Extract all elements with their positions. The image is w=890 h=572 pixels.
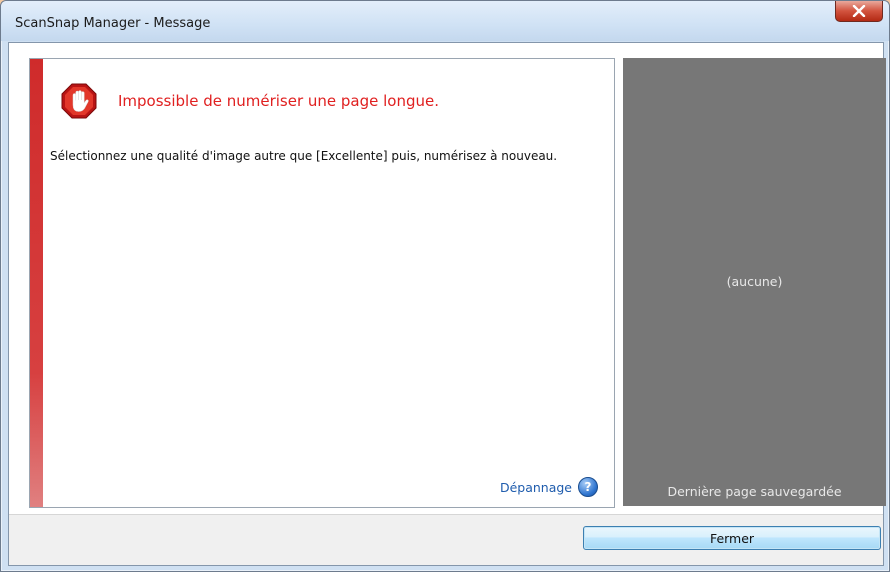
alert-severity-bar <box>30 59 43 507</box>
preview-caption: Dernière page sauvegardée <box>667 484 842 499</box>
stop-hand-icon <box>61 83 97 119</box>
button-bar: Fermer <box>9 514 883 565</box>
preview-placeholder: (aucune) <box>726 274 783 289</box>
message-title: Impossible de numériser une page longue. <box>118 92 440 110</box>
message-body: Sélectionnez une qualité d'image autre q… <box>50 149 558 163</box>
help-icon: ? <box>578 477 598 497</box>
troubleshooting-link-label: Dépannage <box>499 479 572 495</box>
dialog-content: Impossible de numériser une page longue.… <box>8 42 886 566</box>
close-window-button[interactable] <box>835 1 883 22</box>
dialog-window: ScanSnap Manager - Message Impossible de… <box>0 0 890 572</box>
close-button[interactable]: Fermer <box>583 526 881 550</box>
message-panel: Impossible de numériser une page longue.… <box>29 58 615 508</box>
window-title: ScanSnap Manager - Message <box>15 16 211 31</box>
close-icon <box>852 5 866 17</box>
last-saved-page-preview: (aucune) Dernière page sauvegardée <box>623 58 886 506</box>
title-bar[interactable]: ScanSnap Manager - Message <box>1 1 889 41</box>
troubleshooting-link[interactable]: Dépannage ? <box>500 477 598 497</box>
